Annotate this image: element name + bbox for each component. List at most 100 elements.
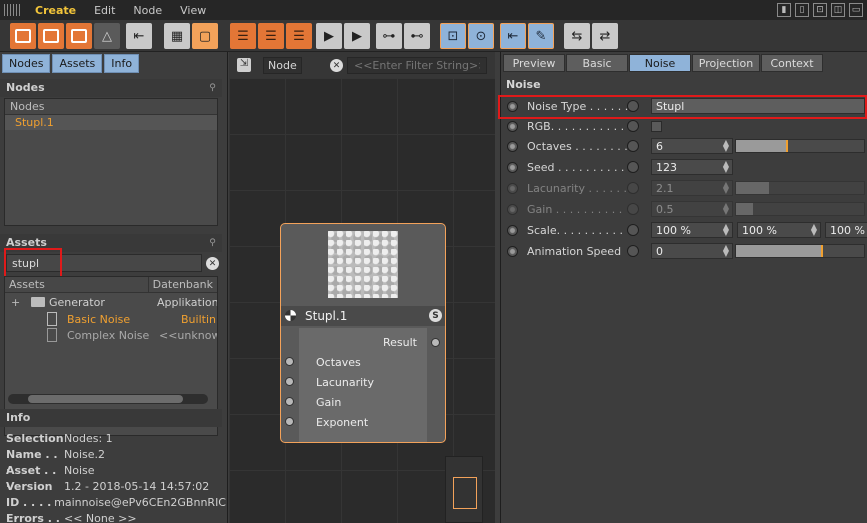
slider-marker[interactable] bbox=[820, 245, 823, 257]
port-result[interactable] bbox=[431, 338, 440, 347]
scale-z-input[interactable]: 100 % bbox=[825, 222, 867, 238]
arrange-button[interactable]: ⇤ bbox=[500, 23, 526, 49]
prop-toggle[interactable] bbox=[627, 140, 639, 152]
pin-icon[interactable]: ⇲ bbox=[237, 58, 251, 72]
lacunarity-slider bbox=[735, 181, 865, 195]
octaves-input[interactable]: 6 ▲ ▼ bbox=[651, 138, 733, 154]
layer1-button[interactable]: ☰ bbox=[230, 23, 256, 49]
anim-radio[interactable] bbox=[507, 141, 518, 152]
disconnect-button[interactable]: ⊷ bbox=[404, 23, 430, 49]
scale-x-value: 100 % bbox=[656, 224, 691, 237]
menu-edit[interactable]: Edit bbox=[85, 4, 124, 17]
layout-icon[interactable]: ▮ bbox=[777, 3, 791, 17]
tab-context[interactable]: Context bbox=[761, 54, 823, 72]
play-button[interactable]: ▶ bbox=[316, 23, 342, 49]
port-octaves[interactable] bbox=[285, 357, 294, 366]
stepper-icon[interactable]: ▲ ▼ bbox=[723, 244, 729, 258]
prop-toggle[interactable] bbox=[627, 161, 639, 173]
node-path-pill[interactable]: Node bbox=[263, 57, 302, 74]
triangle-icon[interactable]: △ bbox=[94, 23, 120, 49]
tree-item-stupl[interactable]: Stupl.1 bbox=[5, 115, 217, 130]
layout2-icon[interactable]: ▯ bbox=[795, 3, 809, 17]
octaves-value: 6 bbox=[656, 140, 663, 153]
nodes-tree: Nodes Stupl.1 bbox=[4, 98, 218, 226]
stepper-icon[interactable]: ▲ ▼ bbox=[811, 223, 817, 237]
anim-speed-input[interactable]: 0 ▲ ▼ bbox=[651, 243, 733, 259]
new-node-button[interactable] bbox=[10, 23, 36, 49]
search-icon-assets[interactable]: ⚲ bbox=[206, 236, 219, 249]
layer2-button[interactable]: ☰ bbox=[258, 23, 284, 49]
align-button[interactable]: ⇆ bbox=[564, 23, 590, 49]
close-window-icon[interactable]: ▭ bbox=[849, 3, 863, 17]
node-stupl[interactable]: Stupl.1 S Result Octaves Lacunarity Gain… bbox=[280, 223, 446, 443]
prop-toggle[interactable] bbox=[627, 245, 639, 257]
clear-search-icon[interactable]: ✕ bbox=[206, 257, 219, 270]
tab-preview[interactable]: Preview bbox=[503, 54, 565, 72]
scale-x-input[interactable]: 100 % ▲ ▼ bbox=[651, 222, 733, 238]
node-title-bar[interactable]: Stupl.1 S bbox=[281, 306, 445, 326]
scale-y-input[interactable]: 100 % ▲ ▼ bbox=[737, 222, 821, 238]
menu-create[interactable]: Create bbox=[26, 4, 85, 17]
filter-input[interactable] bbox=[347, 57, 487, 74]
port-exponent[interactable] bbox=[285, 417, 294, 426]
tab-nodes[interactable]: Nodes bbox=[2, 54, 51, 73]
anim-radio[interactable] bbox=[507, 121, 518, 132]
anim-radio[interactable] bbox=[507, 246, 518, 257]
play2-button[interactable]: ▶ bbox=[344, 23, 370, 49]
stepper-icon[interactable]: ▲ ▼ bbox=[723, 160, 729, 174]
asset-scrollbar[interactable] bbox=[8, 394, 208, 404]
new-group-button[interactable] bbox=[38, 23, 64, 49]
asset-row-complex-noise[interactable]: Complex Noise <<unknown bbox=[5, 327, 217, 343]
minimap-viewport[interactable] bbox=[453, 477, 477, 509]
wand-icon[interactable]: ✎ bbox=[528, 23, 554, 49]
noise-section-title: Noise bbox=[506, 78, 541, 91]
tab-info[interactable]: Info bbox=[104, 54, 140, 73]
tab-noise[interactable]: Noise bbox=[629, 54, 691, 72]
lacunarity-input: 2.1 ▲ ▼ bbox=[651, 180, 733, 196]
rgb-checkbox[interactable] bbox=[651, 121, 662, 132]
slider-marker[interactable] bbox=[786, 140, 789, 152]
seed-input[interactable]: 123 ▲ ▼ bbox=[651, 159, 733, 175]
tab-assets[interactable]: Assets bbox=[52, 54, 103, 73]
stepper-icon[interactable]: ▲ ▼ bbox=[723, 223, 729, 237]
anim-radio[interactable] bbox=[507, 225, 518, 236]
ungroup-button[interactable]: ▢ bbox=[192, 23, 218, 49]
scrollbar-thumb[interactable] bbox=[28, 395, 183, 403]
grip-icon[interactable] bbox=[4, 4, 20, 16]
new-input-button[interactable] bbox=[66, 23, 92, 49]
tab-projection[interactable]: Projection bbox=[692, 54, 760, 72]
menu-node[interactable]: Node bbox=[124, 4, 171, 17]
menubar: Create Edit Node View ▮ ▯ ⊡ ◫ ▭ bbox=[0, 0, 867, 20]
solo-button[interactable]: ⊙ bbox=[468, 23, 494, 49]
anim-speed-slider[interactable] bbox=[735, 244, 865, 258]
prop-toggle[interactable] bbox=[627, 224, 639, 236]
port-lacunarity[interactable] bbox=[285, 377, 294, 386]
minimap[interactable] bbox=[445, 456, 483, 523]
solo-badge-icon[interactable]: S bbox=[429, 309, 442, 322]
search-icon[interactable]: ⚲ bbox=[206, 81, 219, 94]
align2-button[interactable]: ⇄ bbox=[592, 23, 618, 49]
connect-button[interactable]: ⊶ bbox=[376, 23, 402, 49]
restore-icon[interactable]: ◫ bbox=[831, 3, 845, 17]
octaves-slider[interactable] bbox=[735, 139, 865, 153]
anim-radio[interactable] bbox=[507, 162, 518, 173]
col-assets[interactable]: Assets bbox=[5, 277, 149, 292]
layer3-button[interactable]: ☰ bbox=[286, 23, 312, 49]
stepper-icon: ▲ ▼ bbox=[722, 201, 729, 216]
prop-toggle[interactable] bbox=[627, 120, 639, 132]
view-button[interactable]: ⊡ bbox=[440, 23, 466, 49]
col-datenbank[interactable]: Datenbank bbox=[149, 277, 217, 292]
group-button[interactable]: ▦ bbox=[164, 23, 190, 49]
lock-icon[interactable]: ⊡ bbox=[813, 3, 827, 17]
clear-filter-icon[interactable]: ✕ bbox=[330, 59, 343, 72]
asset-row-basic-noise[interactable]: Basic Noise Builtin bbox=[5, 311, 217, 327]
expand-icon[interactable]: + bbox=[11, 296, 20, 309]
import-button[interactable]: ⇤ bbox=[126, 23, 152, 49]
stepper-icon[interactable]: ▲ ▼ bbox=[723, 139, 729, 153]
tab-basic[interactable]: Basic bbox=[566, 54, 628, 72]
port-gain[interactable] bbox=[285, 397, 294, 406]
menu-view[interactable]: View bbox=[171, 4, 215, 17]
asset-row-generator[interactable]: + Generator Applikation bbox=[5, 294, 217, 310]
lacunarity-value: 2.1 bbox=[656, 182, 674, 195]
nodes-section-title: Nodes bbox=[0, 79, 222, 97]
